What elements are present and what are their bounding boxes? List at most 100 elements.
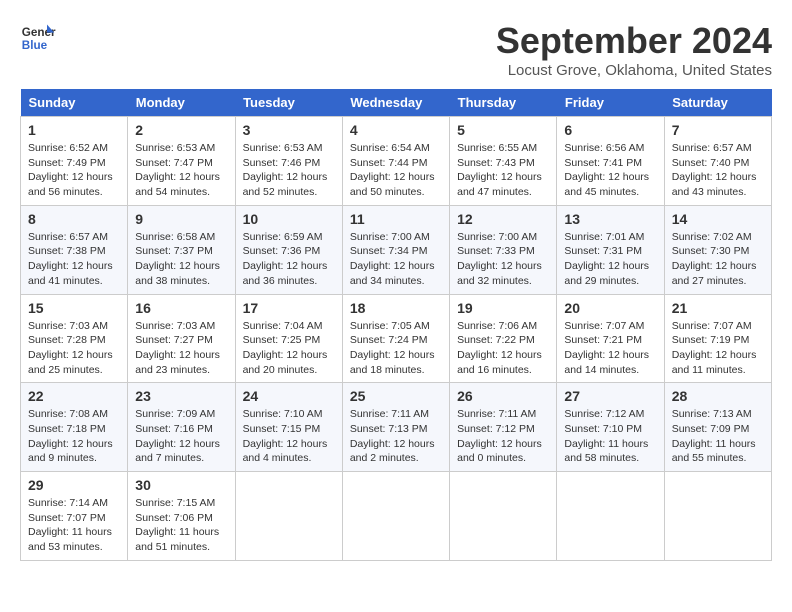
day-number: 19 [457,300,549,316]
day-cell: 15 Sunrise: 7:03 AM Sunset: 7:28 PM Dayl… [21,294,128,383]
day-cell: 27 Sunrise: 7:12 AM Sunset: 7:10 PM Dayl… [557,383,664,472]
day-number: 26 [457,388,549,404]
day-number: 7 [672,122,764,138]
empty-cell [342,472,449,561]
day-info: Sunrise: 6:53 AM Sunset: 7:46 PM Dayligh… [243,141,335,200]
calendar-week-row: 1 Sunrise: 6:52 AM Sunset: 7:49 PM Dayli… [21,117,772,206]
day-info: Sunrise: 7:13 AM Sunset: 7:09 PM Dayligh… [672,407,764,466]
day-info: Sunrise: 7:11 AM Sunset: 7:12 PM Dayligh… [457,407,549,466]
day-info: Sunrise: 6:55 AM Sunset: 7:43 PM Dayligh… [457,141,549,200]
svg-text:Blue: Blue [22,39,48,52]
day-cell: 17 Sunrise: 7:04 AM Sunset: 7:25 PM Dayl… [235,294,342,383]
calendar-week-row: 8 Sunrise: 6:57 AM Sunset: 7:38 PM Dayli… [21,205,772,294]
day-number: 2 [135,122,227,138]
day-cell: 26 Sunrise: 7:11 AM Sunset: 7:12 PM Dayl… [450,383,557,472]
day-cell: 5 Sunrise: 6:55 AM Sunset: 7:43 PM Dayli… [450,117,557,206]
day-cell: 16 Sunrise: 7:03 AM Sunset: 7:27 PM Dayl… [128,294,235,383]
day-number: 24 [243,388,335,404]
calendar-week-row: 15 Sunrise: 7:03 AM Sunset: 7:28 PM Dayl… [21,294,772,383]
day-cell: 14 Sunrise: 7:02 AM Sunset: 7:30 PM Dayl… [664,205,771,294]
day-number: 11 [350,211,442,227]
day-cell: 12 Sunrise: 7:00 AM Sunset: 7:33 PM Dayl… [450,205,557,294]
month-title: September 2024 [496,20,772,62]
day-info: Sunrise: 6:57 AM Sunset: 7:40 PM Dayligh… [672,141,764,200]
day-info: Sunrise: 7:12 AM Sunset: 7:10 PM Dayligh… [564,407,656,466]
empty-cell [450,472,557,561]
day-cell: 13 Sunrise: 7:01 AM Sunset: 7:31 PM Dayl… [557,205,664,294]
day-cell: 28 Sunrise: 7:13 AM Sunset: 7:09 PM Dayl… [664,383,771,472]
day-cell: 3 Sunrise: 6:53 AM Sunset: 7:46 PM Dayli… [235,117,342,206]
day-cell: 6 Sunrise: 6:56 AM Sunset: 7:41 PM Dayli… [557,117,664,206]
day-number: 6 [564,122,656,138]
col-header-saturday: Saturday [664,89,771,117]
day-number: 17 [243,300,335,316]
col-header-sunday: Sunday [21,89,128,117]
day-cell: 4 Sunrise: 6:54 AM Sunset: 7:44 PM Dayli… [342,117,449,206]
day-info: Sunrise: 7:00 AM Sunset: 7:33 PM Dayligh… [457,230,549,289]
day-number: 29 [28,477,120,493]
location: Locust Grove, Oklahoma, United States [496,62,772,79]
day-cell: 21 Sunrise: 7:07 AM Sunset: 7:19 PM Dayl… [664,294,771,383]
day-cell: 2 Sunrise: 6:53 AM Sunset: 7:47 PM Dayli… [128,117,235,206]
day-info: Sunrise: 7:05 AM Sunset: 7:24 PM Dayligh… [350,319,442,378]
col-header-tuesday: Tuesday [235,89,342,117]
day-cell: 23 Sunrise: 7:09 AM Sunset: 7:16 PM Dayl… [128,383,235,472]
day-info: Sunrise: 7:02 AM Sunset: 7:30 PM Dayligh… [672,230,764,289]
calendar-body: 1 Sunrise: 6:52 AM Sunset: 7:49 PM Dayli… [21,117,772,561]
day-info: Sunrise: 7:07 AM Sunset: 7:19 PM Dayligh… [672,319,764,378]
day-number: 27 [564,388,656,404]
day-number: 22 [28,388,120,404]
day-info: Sunrise: 7:00 AM Sunset: 7:34 PM Dayligh… [350,230,442,289]
day-number: 8 [28,211,120,227]
logo-icon: General Blue [20,20,56,56]
day-number: 15 [28,300,120,316]
calendar-week-row: 29 Sunrise: 7:14 AM Sunset: 7:07 PM Dayl… [21,472,772,561]
day-cell: 24 Sunrise: 7:10 AM Sunset: 7:15 PM Dayl… [235,383,342,472]
day-cell: 1 Sunrise: 6:52 AM Sunset: 7:49 PM Dayli… [21,117,128,206]
day-info: Sunrise: 6:52 AM Sunset: 7:49 PM Dayligh… [28,141,120,200]
day-info: Sunrise: 6:54 AM Sunset: 7:44 PM Dayligh… [350,141,442,200]
page-header: General Blue September 2024 Locust Grove… [20,20,772,79]
day-info: Sunrise: 7:03 AM Sunset: 7:27 PM Dayligh… [135,319,227,378]
col-header-monday: Monday [128,89,235,117]
empty-cell [235,472,342,561]
day-number: 4 [350,122,442,138]
day-number: 25 [350,388,442,404]
day-info: Sunrise: 7:04 AM Sunset: 7:25 PM Dayligh… [243,319,335,378]
day-number: 5 [457,122,549,138]
day-cell: 7 Sunrise: 6:57 AM Sunset: 7:40 PM Dayli… [664,117,771,206]
empty-cell [557,472,664,561]
col-header-thursday: Thursday [450,89,557,117]
day-number: 23 [135,388,227,404]
day-cell: 9 Sunrise: 6:58 AM Sunset: 7:37 PM Dayli… [128,205,235,294]
day-info: Sunrise: 7:11 AM Sunset: 7:13 PM Dayligh… [350,407,442,466]
svg-text:General: General [22,26,56,39]
day-info: Sunrise: 7:07 AM Sunset: 7:21 PM Dayligh… [564,319,656,378]
day-number: 18 [350,300,442,316]
day-cell: 25 Sunrise: 7:11 AM Sunset: 7:13 PM Dayl… [342,383,449,472]
day-number: 28 [672,388,764,404]
day-info: Sunrise: 7:10 AM Sunset: 7:15 PM Dayligh… [243,407,335,466]
day-number: 30 [135,477,227,493]
day-cell: 11 Sunrise: 7:00 AM Sunset: 7:34 PM Dayl… [342,205,449,294]
day-cell: 18 Sunrise: 7:05 AM Sunset: 7:24 PM Dayl… [342,294,449,383]
day-info: Sunrise: 6:53 AM Sunset: 7:47 PM Dayligh… [135,141,227,200]
day-number: 10 [243,211,335,227]
day-number: 1 [28,122,120,138]
day-cell: 30 Sunrise: 7:15 AM Sunset: 7:06 PM Dayl… [128,472,235,561]
day-info: Sunrise: 7:09 AM Sunset: 7:16 PM Dayligh… [135,407,227,466]
day-info: Sunrise: 6:57 AM Sunset: 7:38 PM Dayligh… [28,230,120,289]
day-info: Sunrise: 7:06 AM Sunset: 7:22 PM Dayligh… [457,319,549,378]
day-info: Sunrise: 6:58 AM Sunset: 7:37 PM Dayligh… [135,230,227,289]
col-header-wednesday: Wednesday [342,89,449,117]
day-number: 20 [564,300,656,316]
logo: General Blue [20,20,60,56]
day-info: Sunrise: 7:03 AM Sunset: 7:28 PM Dayligh… [28,319,120,378]
day-info: Sunrise: 7:15 AM Sunset: 7:06 PM Dayligh… [135,496,227,555]
col-header-friday: Friday [557,89,664,117]
empty-cell [664,472,771,561]
day-number: 9 [135,211,227,227]
calendar-header-row: SundayMondayTuesdayWednesdayThursdayFrid… [21,89,772,117]
day-cell: 20 Sunrise: 7:07 AM Sunset: 7:21 PM Dayl… [557,294,664,383]
day-number: 13 [564,211,656,227]
